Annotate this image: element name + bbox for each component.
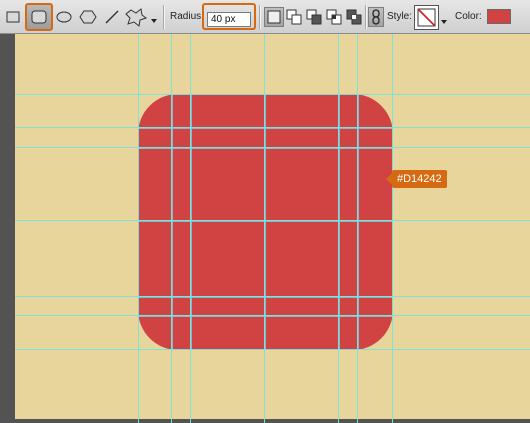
options-bar: Radius: 40 px Style: Color: (0, 0, 530, 34)
custom-shape-tool-icon (125, 8, 148, 27)
radius-label: Radius: (170, 11, 204, 22)
polygon-tool-button[interactable] (79, 8, 97, 26)
chevron-down-icon[interactable] (441, 13, 448, 24)
new-shape-layer-button[interactable] (264, 7, 284, 27)
color-hex-tooltip: #D14242 (386, 169, 447, 189)
line-tool-icon (105, 10, 119, 24)
add-to-shape-button[interactable] (286, 9, 302, 25)
guide-line[interactable] (357, 34, 358, 423)
rounded-rectangle-tool-button[interactable] (25, 3, 53, 31)
guide-line[interactable] (171, 34, 172, 423)
guide-line[interactable] (338, 34, 339, 423)
guide-line[interactable] (15, 147, 530, 148)
radius-field-highlight (202, 3, 256, 30)
subtract-from-shape-button[interactable] (306, 9, 322, 25)
color-swatch[interactable] (487, 9, 511, 24)
toolbar-divider (365, 5, 367, 29)
guide-line[interactable] (138, 34, 139, 423)
intersect-shape-button[interactable] (326, 9, 342, 25)
guide-line[interactable] (392, 34, 393, 423)
guide-line[interactable] (15, 315, 530, 316)
radius-input[interactable] (207, 12, 251, 27)
no-style-icon (417, 8, 436, 27)
line-tool-button[interactable] (103, 8, 121, 26)
ellipse-tool-icon (56, 11, 72, 23)
style-picker[interactable] (414, 5, 439, 30)
toolbar-divider (259, 5, 261, 29)
exclude-overlap-button[interactable] (346, 9, 362, 25)
rounded-rectangle-tool-icon (31, 10, 47, 24)
chain-link-icon (372, 9, 380, 25)
subtract-from-shape-icon (306, 9, 322, 25)
color-hex-label: #D14242 (392, 170, 447, 188)
guide-line[interactable] (190, 34, 191, 423)
guide-line[interactable] (264, 34, 265, 423)
intersect-shape-icon (326, 9, 342, 25)
color-label: Color: (455, 11, 482, 22)
chevron-down-icon[interactable] (150, 12, 158, 23)
link-layer-style-button[interactable] (368, 7, 384, 27)
polygon-tool-icon (79, 10, 97, 24)
style-label: Style: (387, 11, 413, 22)
guide-line[interactable] (15, 220, 530, 221)
rectangle-tool-button[interactable] (4, 9, 22, 25)
exclude-overlap-icon (346, 9, 362, 25)
ellipse-tool-button[interactable] (55, 9, 73, 25)
add-to-shape-icon (286, 9, 302, 25)
custom-shape-tool-button[interactable] (125, 7, 148, 27)
guide-line[interactable] (15, 349, 530, 350)
guide-line[interactable] (15, 94, 530, 95)
guide-line[interactable] (15, 127, 530, 128)
toolbar-divider (163, 5, 165, 29)
new-shape-layer-icon (267, 10, 281, 24)
rectangle-tool-icon (6, 11, 20, 23)
guide-line[interactable] (15, 296, 530, 297)
